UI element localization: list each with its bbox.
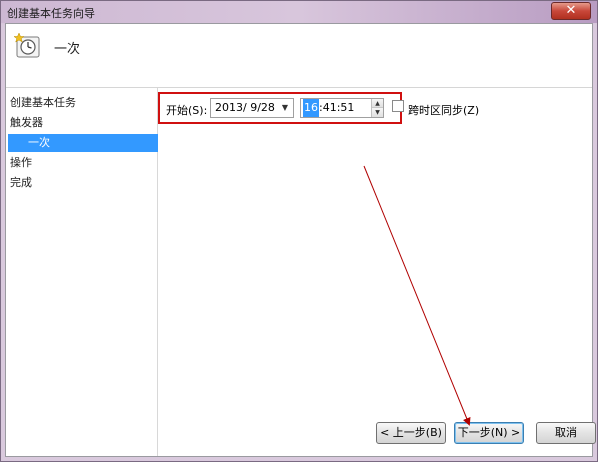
sidebar-item-finish[interactable]: 完成 [10,174,32,192]
window-title: 创建基本任务向导 [7,7,95,20]
time-hour-selection[interactable]: 16 [303,99,319,117]
sidebar-item-label: 创建基本任务 [10,96,76,109]
sidebar-item-trigger[interactable]: 触发器 [10,114,43,132]
next-button[interactable]: 下一步(N) > [454,422,524,444]
sidebar-item-label: 触发器 [10,116,43,129]
back-button-label: < 上一步(B) [380,426,442,439]
sidebar-item-action[interactable]: 操作 [10,154,32,172]
close-button[interactable]: ✕ [551,2,591,20]
cancel-button[interactable]: 取消 [536,422,596,444]
wizard-content: 一次 创建基本任务 触发器 一次 操作 完成 开始(S): 2013/ 9/28… [5,23,596,457]
time-spinner[interactable]: ▲ ▼ [371,99,383,117]
sync-timezones-checkbox[interactable] [392,100,404,112]
spin-up-icon[interactable]: ▲ [372,99,383,108]
clock-wizard-icon [14,32,40,58]
wizard-header: 一次 [6,24,592,88]
start-date-picker[interactable]: 2013/ 9/28 ▼ [210,98,294,118]
wizard-steps-sidebar: 创建基本任务 触发器 一次 操作 完成 [6,88,158,456]
sidebar-item-label: 一次 [28,136,50,149]
wizard-footer: < 上一步(B) 下一步(N) > 取消 [158,412,596,456]
time-rest-value: :41:51 [319,101,355,114]
start-time-field[interactable]: 16:41:51 ▲ ▼ [300,98,384,118]
next-button-label: 下一步(N) > [457,426,521,439]
start-date-value: 2013/ 9/28 [215,101,275,114]
page-title: 一次 [54,42,81,57]
spin-down-icon[interactable]: ▼ [372,108,383,117]
wizard-window: 创建基本任务向导 ✕ 一次 创建基本任务 触发器 一次 操作 完成 开始(S):… [0,0,598,462]
trigger-settings-panel: 开始(S): 2013/ 9/28 ▼ 16:41:51 ▲ ▼ 跨时区同步(Z… [158,88,592,412]
sync-timezones-label[interactable]: 跨时区同步(Z) [408,102,479,118]
back-button[interactable]: < 上一步(B) [376,422,446,444]
start-label: 开始(S): [166,104,208,117]
sidebar-item-label: 操作 [10,156,32,169]
title-bar: 创建基本任务向导 ✕ [1,1,597,23]
close-icon: ✕ [565,3,577,18]
cancel-button-label: 取消 [555,426,577,439]
sidebar-item-label: 完成 [10,176,32,189]
sidebar-item-create-basic-task[interactable]: 创建基本任务 [10,94,76,112]
sidebar-item-once[interactable]: 一次 [8,134,158,152]
chevron-down-icon[interactable]: ▼ [279,100,291,116]
